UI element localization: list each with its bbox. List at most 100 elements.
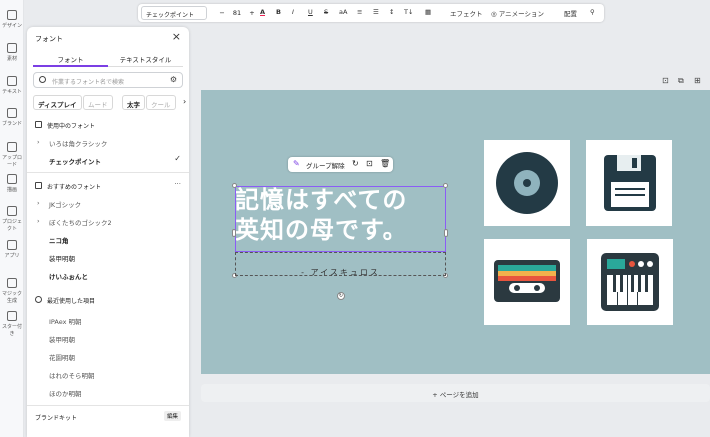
floppy-disk-icon — [604, 155, 656, 211]
font-item-checkpoint[interactable]: チェックポイント — [49, 156, 101, 166]
rotate-element-icon[interactable]: ↻ — [352, 159, 359, 168]
rail-elements-label: 素材 — [6, 56, 17, 62]
transparency-icon[interactable]: ▦ — [425, 8, 431, 16]
increase-size-button[interactable]: + — [249, 9, 254, 17]
brand-icon — [7, 108, 17, 118]
vertical-text-icon[interactable]: T↓ — [404, 8, 413, 16]
font-item-bokutachi[interactable]: › ぼくたちのゴシック2 — [37, 217, 112, 227]
font-name: IPAex 明朝 — [49, 318, 82, 326]
delete-icon[interactable]: 🗑 — [380, 159, 390, 168]
font-item-soukou-recent[interactable]: 装甲明朝 — [49, 334, 75, 344]
expand-icon[interactable]: › — [37, 217, 40, 225]
search-icon — [39, 76, 46, 83]
resize-handle[interactable] — [444, 229, 448, 237]
lock-icon[interactable]: ⊡ — [662, 76, 669, 85]
text-color-icon[interactable]: A — [260, 8, 265, 16]
rail-starred[interactable]: スター付き — [0, 311, 24, 337]
tab-fonts[interactable]: フォント — [33, 54, 108, 67]
divider — [27, 172, 189, 173]
expand-icon[interactable]: › — [37, 199, 40, 207]
rail-draw-label: 描画 — [6, 187, 17, 193]
resize-handle[interactable] — [232, 229, 236, 237]
font-item-soukou[interactable]: 装甲明朝 — [49, 253, 75, 263]
rail-brand-label: ブランド — [1, 121, 22, 127]
selection-box — [235, 186, 446, 252]
font-name: けいふぉんと — [49, 273, 88, 281]
brand-edit-badge[interactable]: 編集 — [163, 411, 181, 421]
underline-icon[interactable]: U — [308, 8, 313, 16]
rail-upload[interactable]: アップロード — [0, 142, 24, 168]
synthesizer-icon — [601, 253, 659, 311]
rail-apps-label: アプリ — [4, 253, 20, 259]
rail-magic[interactable]: マジック生成 — [0, 278, 24, 304]
font-size-value[interactable]: 81 — [233, 9, 241, 17]
add-page-icon[interactable]: ⊞ — [694, 76, 701, 85]
chip-cool[interactable]: クール — [146, 95, 176, 110]
font-item-ipaex[interactable]: IPAex 明朝 — [49, 316, 82, 326]
brand-kit-row[interactable]: ブランドキット — [35, 413, 77, 422]
rail-text-label: テキスト — [2, 89, 22, 95]
chip-display[interactable]: ディスプレイ — [33, 95, 82, 110]
rail-apps[interactable]: アプリ — [0, 240, 24, 259]
font-item-iroha[interactable]: › いろは角クラシック — [37, 138, 107, 148]
font-item-harenosora[interactable]: はれのそら明朝 — [49, 370, 95, 380]
more-icon[interactable]: ··· — [174, 180, 181, 188]
thumbs-up-icon — [35, 182, 42, 189]
quote-author[interactable]: - アイスキュロス — [235, 267, 446, 278]
rail-elements[interactable]: 素材 — [0, 43, 24, 62]
rotate-handle-icon[interactable]: ↻ — [337, 292, 345, 300]
cassette-tile[interactable] — [484, 239, 570, 325]
font-item-keifont[interactable]: けいふぉんと — [49, 271, 88, 281]
lock-element-icon[interactable]: ⊡ — [366, 159, 373, 168]
format-painter-icon[interactable]: ⚲ — [590, 8, 595, 16]
font-name: チェックポイント — [49, 158, 101, 166]
font-selector[interactable]: チェックポイント — [141, 6, 207, 20]
expand-icon[interactable]: › — [37, 138, 40, 146]
font-search-input[interactable]: 作業するフォント名で検索 ⚙ — [33, 72, 183, 88]
resize-handle[interactable] — [443, 183, 448, 188]
search-placeholder: 作業するフォント名で検索 — [52, 79, 125, 86]
floppy-disk-tile[interactable] — [586, 140, 672, 226]
bold-icon[interactable]: B — [276, 8, 281, 16]
rail-design[interactable]: デザイン — [0, 10, 24, 29]
font-name: 装甲明朝 — [49, 255, 75, 263]
letter-case-icon[interactable]: aA — [339, 8, 347, 16]
resize-handle[interactable] — [232, 183, 237, 188]
vinyl-record-tile[interactable] — [484, 140, 570, 226]
font-name: ニコ角 — [49, 237, 69, 245]
font-item-honoka[interactable]: ほのか明朝 — [49, 388, 82, 398]
rail-draw[interactable]: 描画 — [0, 174, 24, 193]
font-item-jk[interactable]: › JKゴシック — [37, 199, 81, 209]
close-icon[interactable]: × — [172, 30, 181, 43]
duplicate-page-icon[interactable]: ⧉ — [678, 76, 684, 86]
strikethrough-icon[interactable]: S — [324, 8, 328, 16]
synthesizer-tile[interactable] — [587, 239, 673, 325]
position-button[interactable]: 配置 — [564, 8, 577, 18]
spacing-icon[interactable]: ↕ — [389, 8, 394, 16]
document-icon — [35, 121, 42, 128]
section-recommended: おすすめのフォント — [35, 182, 101, 191]
magic-edit-icon[interactable]: ✎ — [293, 159, 300, 168]
chip-mood[interactable]: ムード — [83, 95, 113, 110]
add-page-button[interactable]: + ページを追加 — [201, 384, 710, 402]
decrease-size-button[interactable]: − — [219, 9, 224, 17]
tab-text-styles[interactable]: テキストスタイル — [108, 54, 183, 64]
filter-icon[interactable]: ⚙ — [170, 75, 177, 84]
italic-icon[interactable]: I — [292, 8, 294, 16]
rail-brand[interactable]: ブランド — [0, 108, 24, 127]
ungroup-button[interactable]: グループ解除 — [306, 160, 345, 170]
rail-text[interactable]: テキスト — [0, 76, 24, 95]
rail-project-label: プロジェクト — [1, 219, 22, 232]
list-icon[interactable]: ☰ — [373, 8, 379, 16]
effects-button[interactable]: エフェクト — [450, 8, 483, 18]
rail-project[interactable]: プロジェクト — [0, 206, 24, 232]
align-center-icon[interactable]: ≡ — [357, 8, 362, 16]
chevron-right-icon[interactable]: › — [183, 97, 186, 106]
font-item-nico[interactable]: ニコ角 — [49, 235, 69, 245]
section-used-fonts: 使用中のフォント — [35, 121, 95, 130]
chip-bold[interactable]: 太字 — [122, 95, 145, 110]
draw-icon — [7, 174, 17, 184]
animation-button[interactable]: ◎ アニメーション — [491, 8, 544, 18]
font-item-hanazono[interactable]: 花園明朝 — [49, 352, 75, 362]
design-icon — [7, 10, 17, 20]
